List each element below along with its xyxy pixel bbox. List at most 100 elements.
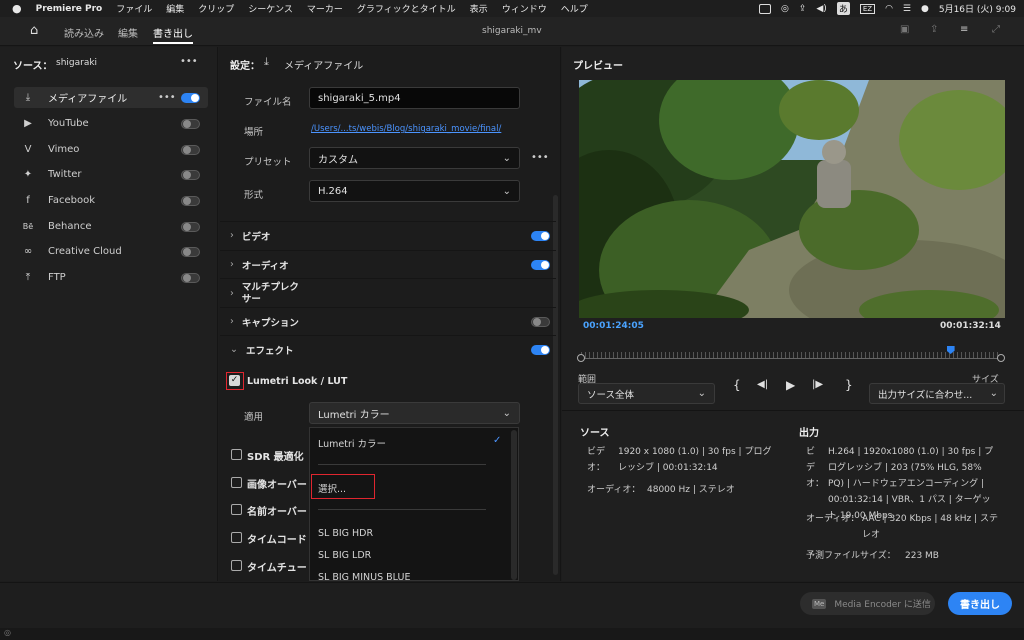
- siri-icon[interactable]: ●: [921, 4, 929, 14]
- source-video-label: ビデ オ：: [587, 447, 606, 473]
- tab-import[interactable]: 読み込み: [64, 25, 104, 40]
- location-link[interactable]: /Users/...ts/webis/Blog/shigaraki_movie/…: [311, 124, 501, 134]
- chevron-right-icon: ›: [230, 316, 234, 327]
- app-menu[interactable]: Premiere Pro: [29, 4, 110, 14]
- timeline-end-handle[interactable]: [997, 354, 1005, 362]
- creative-cloud-icon[interactable]: ◎: [781, 4, 789, 14]
- source-item-twitter[interactable]: ✦ Twitter: [14, 164, 208, 185]
- menu-clip[interactable]: クリップ: [191, 2, 241, 15]
- output-audio-label: オーディオ：: [806, 514, 860, 524]
- wifi-icon[interactable]: ◠: [885, 4, 893, 14]
- captions-toggle[interactable]: [531, 317, 550, 327]
- video-toggle[interactable]: [531, 231, 550, 241]
- audio-toggle[interactable]: [531, 260, 550, 270]
- export-share-icon[interactable]: ⇪: [930, 24, 938, 35]
- youtube-icon: ▶: [24, 118, 32, 129]
- media-file-toggle[interactable]: [181, 93, 200, 103]
- source-item-media-file[interactable]: ⤓ メディアファイル •••: [14, 87, 208, 108]
- info-divider: [562, 410, 1024, 411]
- chevron-down-icon: ⌄: [502, 407, 511, 419]
- mark-out-button[interactable]: }: [845, 378, 853, 392]
- home-icon[interactable]: ⌂: [30, 23, 38, 38]
- tab-edit[interactable]: 編集: [118, 25, 138, 40]
- behance-toggle[interactable]: [181, 222, 200, 232]
- dropdown-option-sl-big-ldr[interactable]: SL BIG LDR: [318, 550, 371, 561]
- menu-file[interactable]: ファイル: [109, 2, 159, 15]
- clock[interactable]: 5月16日 (火) 9:09: [939, 2, 1016, 15]
- dropdown-scrollbar[interactable]: [511, 430, 517, 580]
- source-item-vimeo[interactable]: V Vimeo: [14, 139, 208, 160]
- chevron-right-icon: ›: [230, 259, 234, 270]
- menu-marker[interactable]: マーカー: [300, 2, 350, 15]
- menu-edit[interactable]: 編集: [159, 2, 191, 15]
- sdr-label: SDR 最適化: [247, 452, 304, 463]
- youtube-toggle[interactable]: [181, 119, 200, 129]
- source-item-creative-cloud[interactable]: ∞ Creative Cloud: [14, 241, 208, 262]
- preset-more-button[interactable]: •••: [531, 152, 549, 163]
- vimeo-icon: V: [24, 144, 32, 155]
- dropdown-option-select[interactable]: 選択...: [318, 481, 346, 495]
- facebook-toggle[interactable]: [181, 196, 200, 206]
- image-overlay-checkbox[interactable]: [231, 477, 242, 488]
- range-dropdown[interactable]: ソース全体 ⌄: [578, 383, 715, 404]
- chevron-down-icon: ⌄: [502, 152, 511, 164]
- dropdown-option-sl-big-hdr[interactable]: SL BIG HDR: [318, 528, 373, 539]
- time-tuner-checkbox[interactable]: [231, 560, 242, 571]
- twitter-toggle[interactable]: [181, 170, 200, 180]
- filename-input[interactable]: shigaraki_5.mp4: [309, 87, 520, 109]
- preset-dropdown[interactable]: カスタム ⌄: [309, 147, 520, 169]
- control-center-icon[interactable]: ☰: [903, 4, 911, 14]
- export-button[interactable]: 書き出し: [948, 592, 1012, 615]
- media-file-more-button[interactable]: •••: [158, 92, 176, 103]
- creative-cloud-toggle[interactable]: [181, 247, 200, 257]
- section-captions[interactable]: › キャプション: [220, 307, 556, 335]
- apply-dropdown[interactable]: Lumetri カラー ⌄: [309, 402, 520, 424]
- dropdown-divider: [318, 509, 486, 510]
- dropdown-option-lumetri[interactable]: Lumetri カラー: [318, 436, 386, 450]
- vimeo-toggle[interactable]: [181, 145, 200, 155]
- name-overlay-checkbox[interactable]: [231, 504, 242, 515]
- source-item-ftp[interactable]: ⤒ FTP: [14, 267, 208, 288]
- effects-toggle[interactable]: [531, 345, 550, 355]
- format-dropdown[interactable]: H.264 ⌄: [309, 180, 520, 202]
- share-icon[interactable]: ⇪: [799, 4, 807, 14]
- step-back-button[interactable]: ◀|: [757, 379, 768, 390]
- battery-icon[interactable]: EZ: [859, 3, 876, 14]
- name-overlay-label: 名前オーバー: [247, 507, 307, 518]
- menu-view[interactable]: 表示: [463, 2, 495, 15]
- size-dropdown[interactable]: 出力サイズに合わせ... ⌄: [869, 383, 1005, 404]
- source-item-behance[interactable]: Bē Behance: [14, 216, 208, 237]
- menu-window[interactable]: ウィンドウ: [495, 2, 554, 15]
- source-item-label: Behance: [48, 221, 92, 232]
- source-item-youtube[interactable]: ▶ YouTube: [14, 113, 208, 134]
- source-audio-info: 48000 Hz | ステレオ: [647, 485, 735, 495]
- step-forward-button[interactable]: |▶: [812, 379, 823, 390]
- settings-icon[interactable]: ≡: [960, 24, 968, 35]
- download-icon: ⤓: [264, 55, 269, 68]
- mark-in-button[interactable]: {: [733, 378, 741, 392]
- timeline-start-handle[interactable]: [577, 354, 585, 362]
- section-effects[interactable]: ⌄ エフェクト: [220, 335, 556, 363]
- play-button[interactable]: ▶: [786, 378, 795, 392]
- section-multiplexer[interactable]: › マルチプレクサー: [220, 278, 556, 308]
- fullscreen-icon[interactable]: ⤢: [992, 24, 1000, 35]
- section-video[interactable]: › ビデオ: [220, 221, 556, 249]
- apple-menu-icon[interactable]: ●: [0, 2, 29, 15]
- menu-sequence[interactable]: シーケンス: [241, 2, 300, 15]
- sound-icon[interactable]: ◀): [816, 4, 826, 14]
- source-item-label: YouTube: [48, 118, 89, 129]
- tab-export[interactable]: 書き出し: [153, 25, 193, 44]
- layout-icon[interactable]: ▣: [900, 24, 909, 35]
- lumetri-checkbox[interactable]: ✓: [229, 375, 240, 386]
- source-item-facebook[interactable]: f Facebook: [14, 190, 208, 211]
- source-more-button[interactable]: •••: [180, 56, 198, 67]
- ime-indicator[interactable]: あ: [836, 2, 850, 15]
- display-icon[interactable]: [758, 3, 771, 14]
- section-audio[interactable]: › オーディオ: [220, 250, 556, 278]
- menu-help[interactable]: ヘルプ: [554, 2, 595, 15]
- sdr-checkbox[interactable]: [231, 449, 242, 460]
- media-encoder-button[interactable]: Me Media Encoder に送信: [800, 592, 935, 615]
- menu-graphics[interactable]: グラフィックとタイトル: [350, 2, 463, 15]
- ftp-toggle[interactable]: [181, 273, 200, 283]
- timecode-checkbox[interactable]: [231, 532, 242, 543]
